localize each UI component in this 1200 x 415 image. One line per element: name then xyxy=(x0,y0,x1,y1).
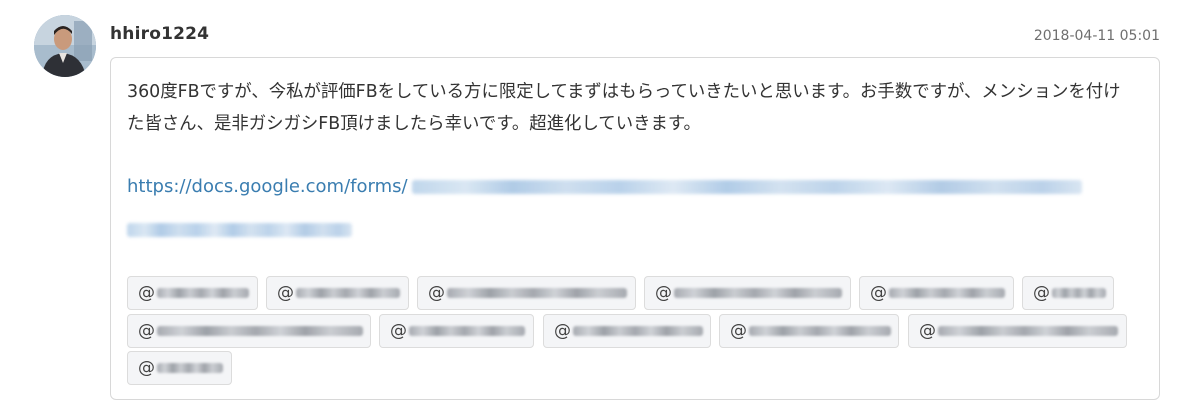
mention-at: @ xyxy=(655,283,672,303)
username[interactable]: hhiro1224 xyxy=(110,24,209,44)
mention-at: @ xyxy=(870,283,887,303)
mention-at: @ xyxy=(390,321,407,341)
redacted-mention-name xyxy=(157,363,223,373)
mention-chip[interactable]: @ xyxy=(417,276,636,310)
avatar[interactable] xyxy=(34,15,96,77)
mention-at: @ xyxy=(428,283,445,303)
redacted-mention-name xyxy=(938,326,1118,336)
redacted-mention-name xyxy=(296,288,400,298)
mention-at: @ xyxy=(730,321,747,341)
mention-chip[interactable]: @ xyxy=(127,276,258,310)
post-timestamp: 2018-04-11 05:01 xyxy=(1033,28,1160,44)
mention-at: @ xyxy=(1033,283,1050,303)
mention-at: @ xyxy=(554,321,571,341)
mention-chip[interactable]: @ xyxy=(644,276,851,310)
mention-chip[interactable]: @ xyxy=(543,314,711,348)
redacted-link-part-1 xyxy=(411,179,1082,194)
redacted-mention-name xyxy=(749,326,891,336)
avatar-photo-icon xyxy=(34,15,96,77)
message-bubble: 360度FBですが、今私が評価FBをしている方に限定してまずはもらっていきたいと… xyxy=(110,57,1160,400)
redacted-mention-name xyxy=(157,326,363,336)
mention-chip[interactable]: @ xyxy=(127,351,232,385)
redacted-mention-name xyxy=(674,288,842,298)
redacted-link-part-2 xyxy=(127,223,352,237)
mention-at: @ xyxy=(138,321,155,341)
mention-at: @ xyxy=(277,283,294,303)
message-text: 360度FBですが、今私が評価FBをしている方に限定してまずはもらっていきたいと… xyxy=(127,82,1121,134)
mention-chip[interactable]: @ xyxy=(719,314,899,348)
mention-chip[interactable]: @ xyxy=(379,314,534,348)
redacted-mention-name xyxy=(447,288,627,298)
form-link[interactable]: https://docs.google.com/forms/ xyxy=(127,176,1082,206)
mention-chip[interactable]: @ xyxy=(908,314,1127,348)
redacted-mention-name xyxy=(157,288,249,298)
redacted-mention-name xyxy=(409,326,525,336)
redacted-mention-name xyxy=(1052,288,1106,298)
mention-chip[interactable]: @ xyxy=(859,276,1014,310)
redacted-mention-name xyxy=(573,326,703,336)
mention-at: @ xyxy=(138,358,155,378)
form-link-text[interactable]: https://docs.google.com/forms/ xyxy=(127,176,408,197)
redacted-mention-name xyxy=(889,288,1005,298)
mention-chip[interactable]: @ xyxy=(127,314,371,348)
mention-chip[interactable]: @ xyxy=(1022,276,1114,310)
mention-at: @ xyxy=(919,321,936,341)
mention-at: @ xyxy=(138,283,155,303)
mention-chip[interactable]: @ xyxy=(266,276,409,310)
